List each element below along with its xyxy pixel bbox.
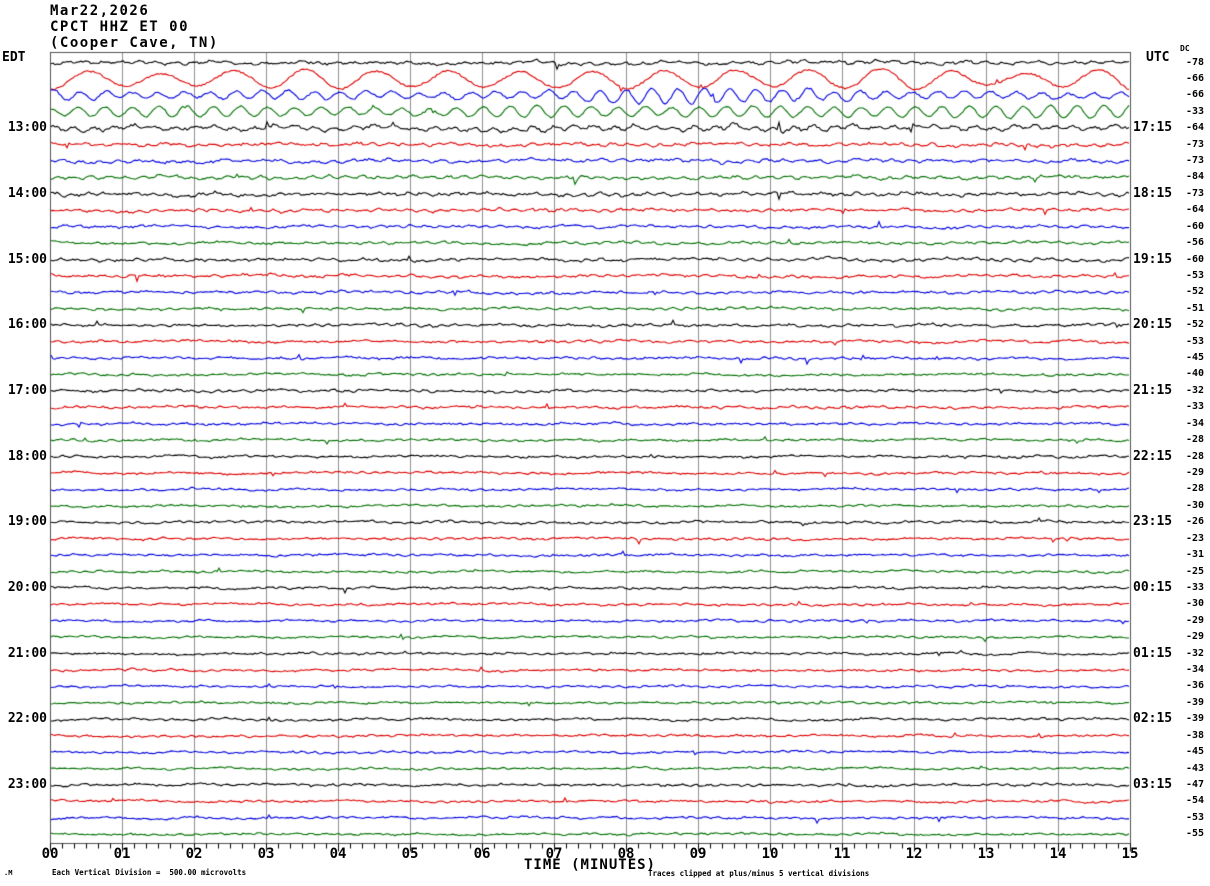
dc-value: -45 [1186,352,1205,364]
time-label-edt: 23:00 [7,776,47,792]
time-label-utc: 02:15 [1133,711,1173,727]
time-label-utc: 01:15 [1133,645,1173,661]
dc-value: -60 [1186,220,1205,232]
time-label-utc: 00:15 [1133,579,1173,595]
dc-value: -33 [1186,401,1205,413]
time-label-utc: 19:15 [1133,251,1173,267]
dc-value: -54 [1186,795,1205,807]
dc-value: -45 [1186,746,1205,758]
dc-value: -53 [1186,811,1205,823]
dc-value: -26 [1186,516,1205,528]
dc-value: -78 [1186,56,1205,68]
dc-value: -66 [1186,72,1205,84]
dc-value: -34 [1186,664,1205,676]
dc-value: -52 [1186,286,1205,298]
title-site: (Cooper Cave, TN) [50,35,219,51]
time-label-utc: 17:15 [1133,120,1173,136]
dc-value: -29 [1186,467,1205,478]
dc-value: -23 [1186,532,1205,544]
time-label-utc: 20:15 [1133,317,1173,333]
corner-mark: .M [4,869,13,877]
dc-value: -73 [1186,187,1205,199]
dc-header-label: DC [1180,44,1190,53]
dc-value: -30 [1186,598,1205,610]
time-label-edt: 15:00 [7,251,47,267]
time-label-utc: 21:15 [1133,382,1173,398]
utc-header-label: UTC [1146,50,1170,65]
dc-value: -56 [1186,237,1205,249]
dc-value: -60 [1186,253,1205,265]
time-label-edt: 18:00 [7,448,47,464]
seismogram-canvas [0,0,1210,886]
time-label-utc: 03:15 [1133,776,1173,792]
dc-value: -30 [1186,499,1205,511]
dc-value: -55 [1186,828,1205,840]
dc-value: -64 [1186,204,1205,216]
dc-value: -47 [1186,778,1205,790]
dc-value: -28 [1186,434,1205,446]
dc-value: -32 [1186,384,1205,396]
dc-value: -84 [1186,171,1205,183]
dc-value: -29 [1186,631,1205,643]
edt-header-label: EDT [2,50,26,65]
dc-value: -31 [1186,549,1205,561]
dc-value: -28 [1186,450,1205,462]
dc-value: -34 [1186,417,1205,429]
clipping-note: Traces clipped at plus/minus 5 vertical … [648,869,870,878]
dc-value: -53 [1186,335,1205,347]
dc-value: -32 [1186,647,1205,659]
dc-value: -43 [1186,762,1205,774]
time-label-edt: 17:00 [7,382,47,398]
dc-value: -53 [1186,269,1205,281]
time-label-edt: 13:00 [7,120,47,136]
dc-value: -64 [1186,122,1205,134]
time-label-edt: 19:00 [7,514,47,530]
dc-value: -38 [1186,729,1205,741]
dc-value: -39 [1186,696,1205,708]
time-label-edt: 16:00 [7,317,47,333]
webicorder-page: Mar22,2026 CPCT HHZ ET 00 (Cooper Cave, … [0,0,1210,886]
dc-value: -33 [1186,105,1205,117]
dc-value: -73 [1186,138,1205,150]
dc-value: -28 [1186,483,1205,495]
time-label-edt: 20:00 [7,579,47,595]
dc-value: -33 [1186,581,1205,593]
title-station: CPCT HHZ ET 00 [50,19,190,35]
dc-value: -39 [1186,713,1205,725]
dc-value: -52 [1186,319,1205,331]
dc-value: -29 [1186,614,1205,626]
dc-value: -66 [1186,89,1205,101]
time-label-utc: 23:15 [1133,514,1173,530]
time-label-utc: 18:15 [1133,185,1173,201]
time-label-edt: 21:00 [7,645,47,661]
time-label-utc: 22:15 [1133,448,1173,464]
time-label-edt: 14:00 [7,185,47,201]
dc-value: -73 [1186,155,1205,167]
dc-value: -36 [1186,680,1205,692]
dc-value: -25 [1186,565,1205,577]
dc-value: -51 [1186,302,1205,314]
dc-value: -40 [1186,368,1205,380]
title-date: Mar22,2026 [50,3,150,19]
vertical-division-note: Each Vertical Division = 500.00 microvol… [52,868,247,877]
time-label-edt: 22:00 [7,711,47,727]
